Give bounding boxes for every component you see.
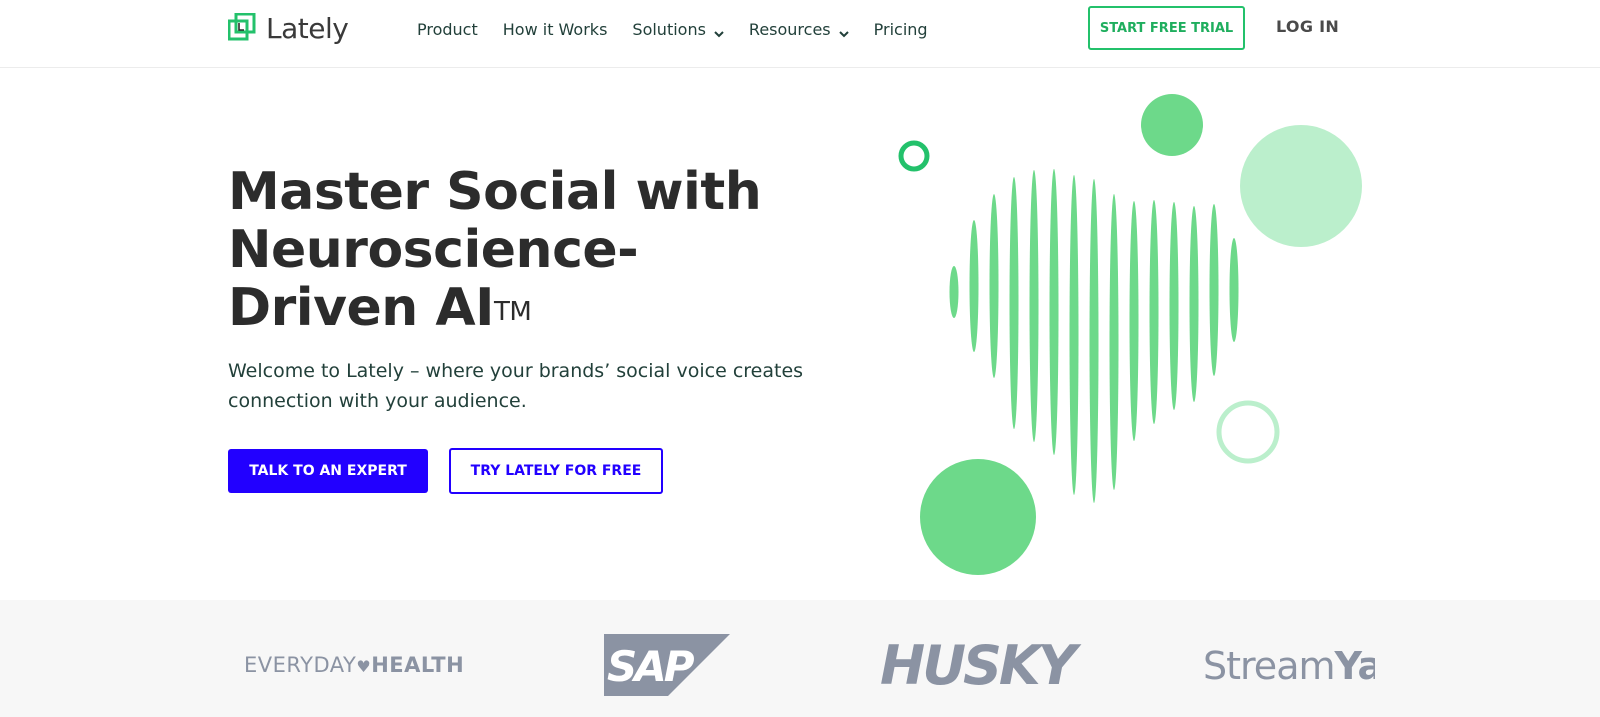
try-lately-free-button[interactable]: TRY LATELY FOR FREE [449,448,663,494]
lately-logo[interactable]: Lately [227,10,349,46]
decor-circle-large-light [1240,125,1362,247]
apple-icon: ♥ [356,657,372,676]
soundwave-bar [1209,204,1219,376]
soundwave-bar [1069,175,1079,495]
site-header: Lately Product How it Works Solutions Re… [0,0,1600,68]
logo-wordmark: Lately [266,11,349,45]
hero-title-line-2: Neuroscience- [228,220,639,280]
soundwave-bar [1189,206,1199,402]
soundwave-bar [1229,238,1239,342]
decor-circle-top [1141,94,1203,156]
soundwave-bar [1089,179,1099,503]
talk-to-expert-button[interactable]: TALK TO AN EXPERT [228,449,428,493]
soundwave-bar [969,220,979,352]
sap-logo: SAP [604,634,730,696]
hero-subtitle: Welcome to Lately – where your brands’ s… [228,360,804,412]
chevron-down-icon [838,24,849,38]
heart-soundwave-illustration [880,80,1400,600]
nav-item-how-it-works[interactable]: How it Works [503,20,608,39]
soundwave-bar [1009,177,1019,429]
hero-title-line-1: Master Social with [228,162,762,222]
nav-item-label: Product [417,19,478,39]
soundwave-bars [949,169,1239,503]
start-free-trial-button[interactable]: START FREE TRIAL [1088,6,1245,50]
sap-logo-text: SAP [607,642,695,691]
customer-logos-band: EVERYDAY♥HEALTH SAP HUSKY StreamYard [0,600,1600,717]
soundwave-bar [989,194,999,378]
trademark-mark: TM [494,297,532,327]
nav-item-product[interactable]: Product [417,20,478,39]
hero-title-line-3: Driven AI [228,278,495,338]
nav-item-label: Resources [748,19,831,39]
chevron-down-icon [714,24,724,38]
log-in-link[interactable]: LOG IN [1276,17,1339,36]
nav-item-solutions[interactable]: Solutions [632,20,724,39]
nav-item-label: Solutions [632,19,706,39]
streamyard-logo: StreamYard [1203,644,1375,688]
decor-ring-light [1216,400,1280,464]
decor-ring-small [898,140,930,172]
soundwave-bar [1109,194,1119,490]
soundwave-bar [949,266,959,318]
decor-circle-bottom [920,459,1036,575]
husky-logo: HUSKY [880,634,1077,697]
soundwave-bar [1149,200,1159,424]
soundwave-bar [1129,201,1139,441]
nav-item-resources[interactable]: Resources [749,20,849,39]
nav-item-pricing[interactable]: Pricing [874,20,928,39]
nav-item-label: Pricing [873,19,928,39]
hero-title: Master Social with Neuroscience- Driven … [228,163,788,337]
lately-logo-icon [227,12,256,43]
soundwave-bar [1049,169,1059,455]
soundwave-bar [1169,202,1179,410]
everyday-health-logo: EVERYDAY♥HEALTH [244,653,465,677]
soundwave-bar [1029,170,1039,442]
main-nav: Product How it Works Solutions Resources… [417,0,953,58]
nav-item-label: How it Works [502,19,608,39]
